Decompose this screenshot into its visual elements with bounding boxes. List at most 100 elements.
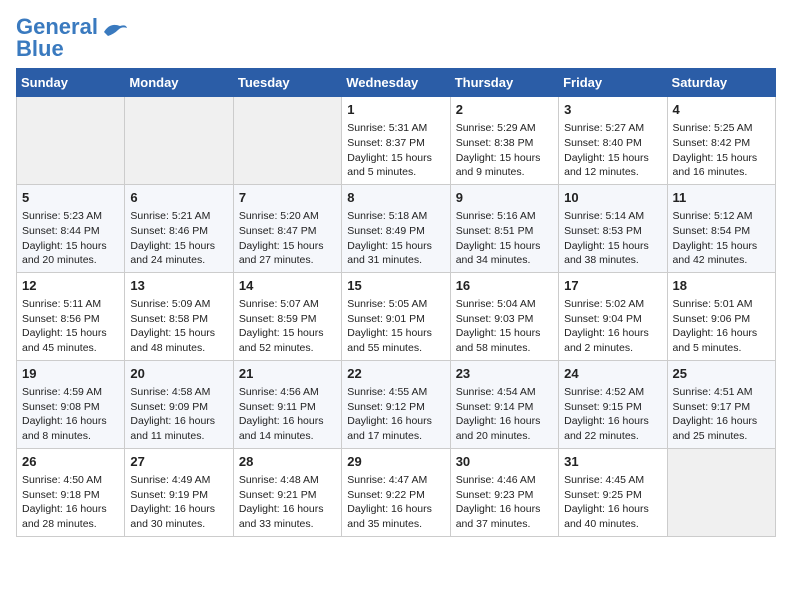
day-number: 3 bbox=[564, 101, 661, 119]
calendar-cell: 9 Sunrise: 5:16 AM Sunset: 8:51 PM Daylig… bbox=[450, 184, 558, 272]
calendar-cell: 28Sunrise: 4:48 AM Sunset: 9:21 PM Dayli… bbox=[233, 448, 341, 536]
calendar-cell: 29Sunrise: 4:47 AM Sunset: 9:22 PM Dayli… bbox=[342, 448, 450, 536]
calendar-cell: 18Sunrise: 5:01 AM Sunset: 9:06 PM Dayli… bbox=[667, 272, 775, 360]
logo-blue: Blue bbox=[16, 36, 64, 61]
logo: General Blue bbox=[16, 16, 128, 60]
calendar-cell: 12 Sunrise: 5:11 AM Sunset: 8:56 PM Dayli… bbox=[17, 272, 125, 360]
weekday-header-thursday: Thursday bbox=[450, 69, 558, 97]
day-number: 16 bbox=[456, 277, 553, 295]
calendar-cell: 16 Sunrise: 5:04 AM Sunset: 9:03 PM Dayli… bbox=[450, 272, 558, 360]
day-info: Sunrise: 5:21 AM Sunset: 8:46 PM Dayligh… bbox=[130, 209, 227, 268]
day-number: 1 bbox=[347, 101, 444, 119]
calendar-cell: 15 Sunrise: 5:05 AM Sunset: 9:01 PM Dayli… bbox=[342, 272, 450, 360]
day-info: Sunrise: 5:11 AM Sunset: 8:56 PM Dayligh… bbox=[22, 297, 119, 356]
day-info: Sunrise: 5:07 AM Sunset: 8:59 PM Dayligh… bbox=[239, 297, 336, 356]
weekday-header-saturday: Saturday bbox=[667, 69, 775, 97]
day-info: Sunrise: 5:12 AM Sunset: 8:54 PM Dayligh… bbox=[673, 209, 770, 268]
day-number: 15 bbox=[347, 277, 444, 295]
day-info: Sunrise: 4:45 AM Sunset: 9:25 PM Dayligh… bbox=[564, 473, 661, 532]
day-number: 22 bbox=[347, 365, 444, 383]
day-info: Sunrise: 4:52 AM Sunset: 9:15 PM Dayligh… bbox=[564, 385, 661, 444]
calendar-cell: 7 Sunrise: 5:20 AM Sunset: 8:47 PM Daylig… bbox=[233, 184, 341, 272]
calendar-cell: 10 Sunrise: 5:14 AM Sunset: 8:53 PM Dayli… bbox=[559, 184, 667, 272]
day-info: Sunrise: 5:05 AM Sunset: 9:01 PM Dayligh… bbox=[347, 297, 444, 356]
day-number: 7 bbox=[239, 189, 336, 207]
calendar-body: 1 Sunrise: 5:31 AM Sunset: 8:37 PM Daylig… bbox=[17, 97, 776, 537]
calendar-cell: 19Sunrise: 4:59 AM Sunset: 9:08 PM Dayli… bbox=[17, 360, 125, 448]
calendar-cell bbox=[233, 97, 341, 185]
day-info: Sunrise: 4:54 AM Sunset: 9:14 PM Dayligh… bbox=[456, 385, 553, 444]
day-number: 4 bbox=[673, 101, 770, 119]
day-info: Sunrise: 5:16 AM Sunset: 8:51 PM Dayligh… bbox=[456, 209, 553, 268]
calendar-cell bbox=[17, 97, 125, 185]
day-number: 24 bbox=[564, 365, 661, 383]
weekday-header-friday: Friday bbox=[559, 69, 667, 97]
day-info: Sunrise: 4:50 AM Sunset: 9:18 PM Dayligh… bbox=[22, 473, 119, 532]
weekday-header-sunday: Sunday bbox=[17, 69, 125, 97]
calendar-week-row: 5 Sunrise: 5:23 AM Sunset: 8:44 PM Daylig… bbox=[17, 184, 776, 272]
day-number: 11 bbox=[673, 189, 770, 207]
weekday-header-monday: Monday bbox=[125, 69, 233, 97]
day-info: Sunrise: 5:04 AM Sunset: 9:03 PM Dayligh… bbox=[456, 297, 553, 356]
calendar-cell: 11 Sunrise: 5:12 AM Sunset: 8:54 PM Dayli… bbox=[667, 184, 775, 272]
day-info: Sunrise: 5:01 AM Sunset: 9:06 PM Dayligh… bbox=[673, 297, 770, 356]
calendar-cell: 4 Sunrise: 5:25 AM Sunset: 8:42 PM Daylig… bbox=[667, 97, 775, 185]
calendar-week-row: 1 Sunrise: 5:31 AM Sunset: 8:37 PM Daylig… bbox=[17, 97, 776, 185]
calendar-cell: 22 Sunrise: 4:55 AM Sunset: 9:12 PM Dayli… bbox=[342, 360, 450, 448]
logo-bird-icon bbox=[100, 18, 128, 40]
day-number: 10 bbox=[564, 189, 661, 207]
day-number: 21 bbox=[239, 365, 336, 383]
day-info: Sunrise: 5:09 AM Sunset: 8:58 PM Dayligh… bbox=[130, 297, 227, 356]
day-info: Sunrise: 5:23 AM Sunset: 8:44 PM Dayligh… bbox=[22, 209, 119, 268]
calendar-cell bbox=[125, 97, 233, 185]
calendar-header: SundayMondayTuesdayWednesdayThursdayFrid… bbox=[17, 69, 776, 97]
calendar-cell bbox=[667, 448, 775, 536]
day-number: 23 bbox=[456, 365, 553, 383]
day-info: Sunrise: 4:58 AM Sunset: 9:09 PM Dayligh… bbox=[130, 385, 227, 444]
calendar-cell: 14 Sunrise: 5:07 AM Sunset: 8:59 PM Dayli… bbox=[233, 272, 341, 360]
day-info: Sunrise: 4:55 AM Sunset: 9:12 PM Dayligh… bbox=[347, 385, 444, 444]
day-number: 12 bbox=[22, 277, 119, 295]
day-number: 17 bbox=[564, 277, 661, 295]
day-number: 14 bbox=[239, 277, 336, 295]
day-number: 30 bbox=[456, 453, 553, 471]
day-info: Sunrise: 4:59 AM Sunset: 9:08 PM Dayligh… bbox=[22, 385, 119, 444]
day-info: Sunrise: 4:49 AM Sunset: 9:19 PM Dayligh… bbox=[130, 473, 227, 532]
weekday-header-tuesday: Tuesday bbox=[233, 69, 341, 97]
day-number: 25 bbox=[673, 365, 770, 383]
calendar-cell: 1 Sunrise: 5:31 AM Sunset: 8:37 PM Daylig… bbox=[342, 97, 450, 185]
day-info: Sunrise: 5:27 AM Sunset: 8:40 PM Dayligh… bbox=[564, 121, 661, 180]
calendar-cell: 31 Sunrise: 4:45 AM Sunset: 9:25 PM Dayli… bbox=[559, 448, 667, 536]
page-header: General Blue bbox=[16, 16, 776, 60]
calendar-week-row: 26Sunrise: 4:50 AM Sunset: 9:18 PM Dayli… bbox=[17, 448, 776, 536]
day-number: 9 bbox=[456, 189, 553, 207]
calendar-cell: 6Sunrise: 5:21 AM Sunset: 8:46 PM Daylig… bbox=[125, 184, 233, 272]
day-number: 5 bbox=[22, 189, 119, 207]
calendar-cell: 25Sunrise: 4:51 AM Sunset: 9:17 PM Dayli… bbox=[667, 360, 775, 448]
day-number: 20 bbox=[130, 365, 227, 383]
calendar-cell: 26Sunrise: 4:50 AM Sunset: 9:18 PM Dayli… bbox=[17, 448, 125, 536]
calendar-cell: 8Sunrise: 5:18 AM Sunset: 8:49 PM Daylig… bbox=[342, 184, 450, 272]
day-number: 28 bbox=[239, 453, 336, 471]
day-info: Sunrise: 5:02 AM Sunset: 9:04 PM Dayligh… bbox=[564, 297, 661, 356]
calendar-cell: 30Sunrise: 4:46 AM Sunset: 9:23 PM Dayli… bbox=[450, 448, 558, 536]
calendar-week-row: 12 Sunrise: 5:11 AM Sunset: 8:56 PM Dayli… bbox=[17, 272, 776, 360]
day-number: 29 bbox=[347, 453, 444, 471]
calendar-cell: 27 Sunrise: 4:49 AM Sunset: 9:19 PM Dayli… bbox=[125, 448, 233, 536]
day-info: Sunrise: 4:56 AM Sunset: 9:11 PM Dayligh… bbox=[239, 385, 336, 444]
calendar-cell: 5 Sunrise: 5:23 AM Sunset: 8:44 PM Daylig… bbox=[17, 184, 125, 272]
calendar-week-row: 19Sunrise: 4:59 AM Sunset: 9:08 PM Dayli… bbox=[17, 360, 776, 448]
day-info: Sunrise: 5:31 AM Sunset: 8:37 PM Dayligh… bbox=[347, 121, 444, 180]
day-number: 31 bbox=[564, 453, 661, 471]
day-info: Sunrise: 5:29 AM Sunset: 8:38 PM Dayligh… bbox=[456, 121, 553, 180]
day-info: Sunrise: 5:25 AM Sunset: 8:42 PM Dayligh… bbox=[673, 121, 770, 180]
calendar-cell: 23 Sunrise: 4:54 AM Sunset: 9:14 PM Dayli… bbox=[450, 360, 558, 448]
day-info: Sunrise: 5:20 AM Sunset: 8:47 PM Dayligh… bbox=[239, 209, 336, 268]
calendar-cell: 2Sunrise: 5:29 AM Sunset: 8:38 PM Daylig… bbox=[450, 97, 558, 185]
weekday-header-row: SundayMondayTuesdayWednesdayThursdayFrid… bbox=[17, 69, 776, 97]
day-info: Sunrise: 5:18 AM Sunset: 8:49 PM Dayligh… bbox=[347, 209, 444, 268]
calendar-cell: 13Sunrise: 5:09 AM Sunset: 8:58 PM Dayli… bbox=[125, 272, 233, 360]
calendar-cell: 3 Sunrise: 5:27 AM Sunset: 8:40 PM Daylig… bbox=[559, 97, 667, 185]
day-number: 27 bbox=[130, 453, 227, 471]
day-info: Sunrise: 5:14 AM Sunset: 8:53 PM Dayligh… bbox=[564, 209, 661, 268]
